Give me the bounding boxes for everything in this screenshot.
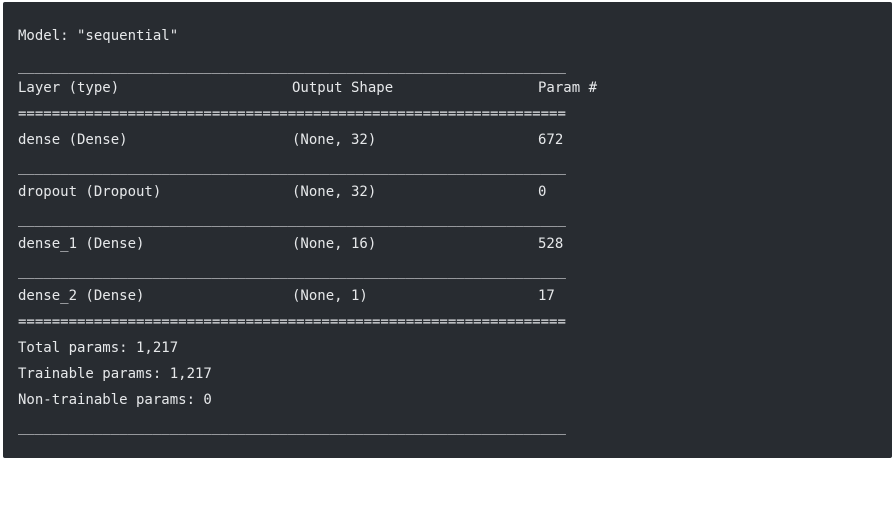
separator-dash: ________________________________________… [18, 159, 566, 175]
table-row: dense (Dense) (None, 32) 672 [18, 131, 563, 149]
code-output-panel: Model: "sequential" ____________________… [3, 2, 892, 458]
output-shape: (None, 32) [292, 132, 377, 148]
param-count: 672 [538, 132, 564, 148]
non-trainable-params: Non-trainable params: 0 [18, 392, 212, 408]
layer-name: dense_2 (Dense) [18, 288, 145, 304]
separator-equals: ========================================… [18, 106, 566, 122]
output-shape: (None, 16) [292, 236, 377, 252]
table-row: dropout (Dropout) (None, 32) 0 [18, 183, 546, 201]
param-count: 17 [538, 288, 555, 304]
output-shape: (None, 32) [292, 184, 377, 200]
separator-dash: ________________________________________… [18, 211, 566, 227]
header-param-count: Param # [538, 80, 598, 96]
layer-name: dense_1 (Dense) [18, 236, 145, 252]
layer-name: dropout (Dropout) [18, 184, 162, 200]
header-output-shape: Output Shape [292, 80, 394, 96]
model-name-line: Model: "sequential" [18, 28, 179, 44]
table-row: dense_1 (Dense) (None, 16) 528 [18, 235, 563, 253]
separator-dash: ________________________________________… [18, 419, 566, 435]
header-layer-type: Layer (type) [18, 80, 120, 96]
separator-equals: ========================================… [18, 314, 566, 330]
trainable-params: Trainable params: 1,217 [18, 366, 212, 382]
total-params: Total params: 1,217 [18, 340, 179, 356]
model-summary-output: Model: "sequential" ____________________… [18, 2, 597, 530]
output-shape: (None, 1) [292, 288, 368, 304]
separator-dash: ________________________________________… [18, 263, 566, 279]
param-count: 528 [538, 236, 564, 252]
table-header: Layer (type) Output Shape Param # [18, 79, 597, 97]
layer-name: dense (Dense) [18, 132, 128, 148]
table-row: dense_2 (Dense) (None, 1) 17 [18, 287, 555, 305]
param-count: 0 [538, 184, 547, 200]
separator-dash: ________________________________________… [18, 58, 566, 74]
